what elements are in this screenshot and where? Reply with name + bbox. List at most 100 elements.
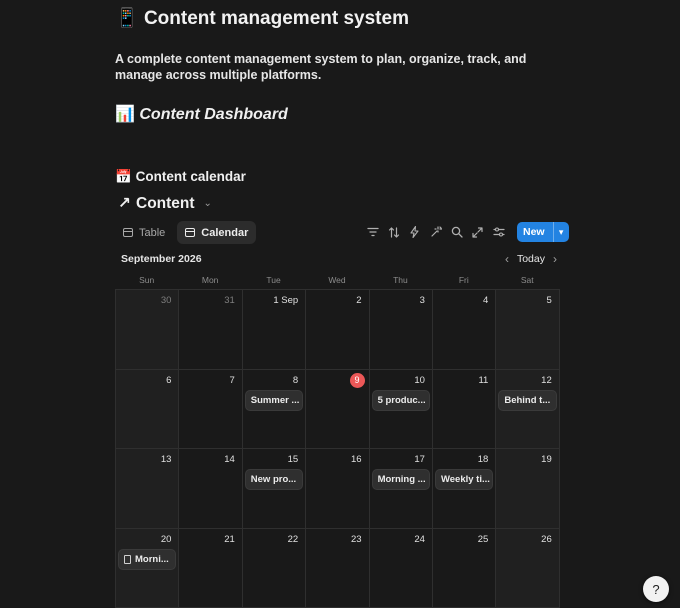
calendar-event-card[interactable]: New pro...: [245, 470, 303, 489]
calendar-event-card[interactable]: Morning ...: [372, 470, 429, 489]
weekday-label: Thu: [393, 275, 408, 285]
weekday-label: Tue: [266, 275, 281, 285]
day-number: 1 Sep: [273, 295, 299, 306]
chevron-down-icon[interactable]: ▾: [552, 222, 569, 242]
calendar-day-cell[interactable]: 13: [116, 449, 180, 529]
day-number: 31: [224, 295, 235, 306]
chart-emoji-icon: 📊: [115, 106, 135, 123]
calendar-day-cell[interactable]: 17 Morning ...: [369, 449, 433, 529]
search-icon[interactable]: [449, 222, 464, 242]
weekday-label: Mon: [201, 275, 219, 285]
day-number: 26: [541, 533, 552, 545]
tab-calendar[interactable]: Calendar: [177, 221, 257, 244]
expand-icon[interactable]: [470, 222, 485, 242]
calendar-emoji-icon: 📅: [115, 169, 132, 184]
tab-table[interactable]: Table: [115, 221, 173, 244]
chevron-down-icon[interactable]: ⌄: [204, 198, 212, 209]
ai-icon[interactable]: [428, 222, 443, 242]
calendar-day-cell[interactable]: 21: [179, 528, 243, 608]
weekday-header: Sun Mon Tue Wed Thu Fri Sat: [115, 272, 559, 289]
automation-icon[interactable]: [407, 222, 422, 242]
day-number: 13: [160, 454, 172, 465]
today-day-number: 9: [349, 372, 365, 388]
page-description: A complete content management system to …: [115, 52, 527, 82]
day-number: 24: [414, 533, 425, 545]
calendar-day-cell[interactable]: 4: [432, 290, 497, 370]
calendar-day-cell[interactable]: 26: [496, 528, 560, 608]
new-button[interactable]: New ▾: [517, 222, 569, 242]
calendar-day-cell[interactable]: 12 Behind t...: [496, 369, 560, 449]
calendar-icon: [185, 228, 196, 237]
calendar-day-cell[interactable]: 1 Sep: [242, 290, 307, 370]
calendar-day-cell[interactable]: 31: [179, 290, 243, 370]
calendar-heading-text: Content calendar: [135, 169, 246, 184]
day-number: 21: [224, 533, 235, 545]
calendar-event-card[interactable]: Summer ...: [245, 390, 303, 410]
settings-icon[interactable]: [491, 222, 506, 242]
calendar-day-cell[interactable]: 10 5 produc...: [369, 369, 433, 449]
calendar-event-title: New pro...: [250, 474, 297, 485]
calendar-day-cell[interactable]: 5: [496, 290, 560, 370]
calendar-day-cell[interactable]: 9: [306, 369, 370, 449]
calendar-month-label: September 2026: [121, 253, 202, 265]
calendar-week-row: 20 Morni... 21 22 23 24 25 26: [116, 528, 560, 608]
day-number: 22: [287, 533, 299, 545]
page-title-text: Content management system: [143, 8, 409, 29]
database-toolbar: New ▾: [365, 222, 569, 242]
calendar-event-card[interactable]: 5 produc...: [372, 390, 429, 410]
help-icon: ?: [652, 581, 660, 597]
help-button[interactable]: ?: [643, 576, 669, 602]
calendar-event-title: Weekly ti...: [440, 474, 490, 485]
sort-icon[interactable]: [386, 222, 401, 242]
calendar-week-row: 6 7 8 Summer ... 9 10 5 produc... 11 12 Behind t.…: [116, 369, 560, 449]
calendar-day-cell[interactable]: 23: [306, 528, 370, 608]
day-number: 8: [292, 374, 299, 386]
calendar-event-title: Summer ...: [250, 394, 300, 406]
calendar-day-cell[interactable]: 18 Weekly ti...: [432, 449, 497, 529]
calendar-event-title: Morni...: [135, 553, 169, 565]
weekday-label: Wed: [328, 275, 346, 285]
calendar-day-cell[interactable]: 6: [116, 369, 180, 449]
calendar-day-cell[interactable]: 8 Summer ...: [242, 369, 307, 449]
new-button-label[interactable]: New: [517, 222, 553, 242]
calendar-day-cell[interactable]: 14: [179, 449, 243, 529]
day-number: 4: [483, 295, 489, 306]
day-number: 3: [419, 295, 425, 306]
linked-db-arrow-icon: ↗: [118, 195, 131, 212]
page-title: 📱 Content management system: [115, 6, 409, 30]
calendar-event-card[interactable]: Behind t...: [499, 390, 556, 410]
calendar-nav: ‹ Today ›: [505, 252, 557, 266]
calendar-day-cell[interactable]: 16: [306, 449, 370, 529]
calendar-event-card[interactable]: Weekly ti...: [435, 470, 493, 489]
calendar-event-card[interactable]: Morni...: [119, 549, 176, 569]
calendar-day-cell[interactable]: 15 New pro...: [242, 449, 307, 529]
calendar-day-cell[interactable]: 3: [369, 290, 433, 370]
calendar-week-row: 13 14 15 New pro... 16 17 Morning ... 18 Weekly …: [116, 449, 560, 529]
chevron-right-icon[interactable]: ›: [553, 252, 557, 266]
calendar-day-cell[interactable]: 25: [432, 528, 497, 608]
calendar-day-cell[interactable]: 20 Morni...: [116, 528, 180, 608]
day-number: 18: [477, 454, 489, 465]
day-number: 6: [166, 374, 172, 386]
view-tabs: Table Calendar: [115, 221, 257, 244]
today-button[interactable]: Today: [517, 253, 545, 265]
calendar-day-cell[interactable]: 7: [179, 369, 243, 449]
chevron-left-icon[interactable]: ‹: [505, 252, 509, 266]
weekday-label: Sat: [520, 275, 534, 285]
day-number: 5: [546, 295, 552, 306]
calendar-day-cell[interactable]: 22: [242, 528, 307, 608]
calendar-day-cell[interactable]: 24: [369, 528, 433, 608]
day-number: 11: [478, 374, 489, 386]
calendar-day-cell[interactable]: 2: [306, 290, 370, 370]
filter-icon[interactable]: [365, 222, 380, 242]
day-number: 15: [287, 454, 299, 465]
calendar-day-cell[interactable]: 11: [432, 369, 497, 449]
weekday-label: Sun: [139, 275, 155, 285]
tab-calendar-label: Calendar: [201, 226, 249, 239]
calendar-week-row: 30 31 1 Sep 2 3 4 5: [116, 290, 560, 370]
day-number: 20: [160, 533, 172, 545]
calendar-day-cell[interactable]: 30: [116, 290, 180, 370]
database-title[interactable]: ↗ Content ⌄: [118, 194, 212, 213]
calendar-day-cell[interactable]: 19: [496, 449, 560, 529]
day-number: 19: [541, 454, 552, 465]
